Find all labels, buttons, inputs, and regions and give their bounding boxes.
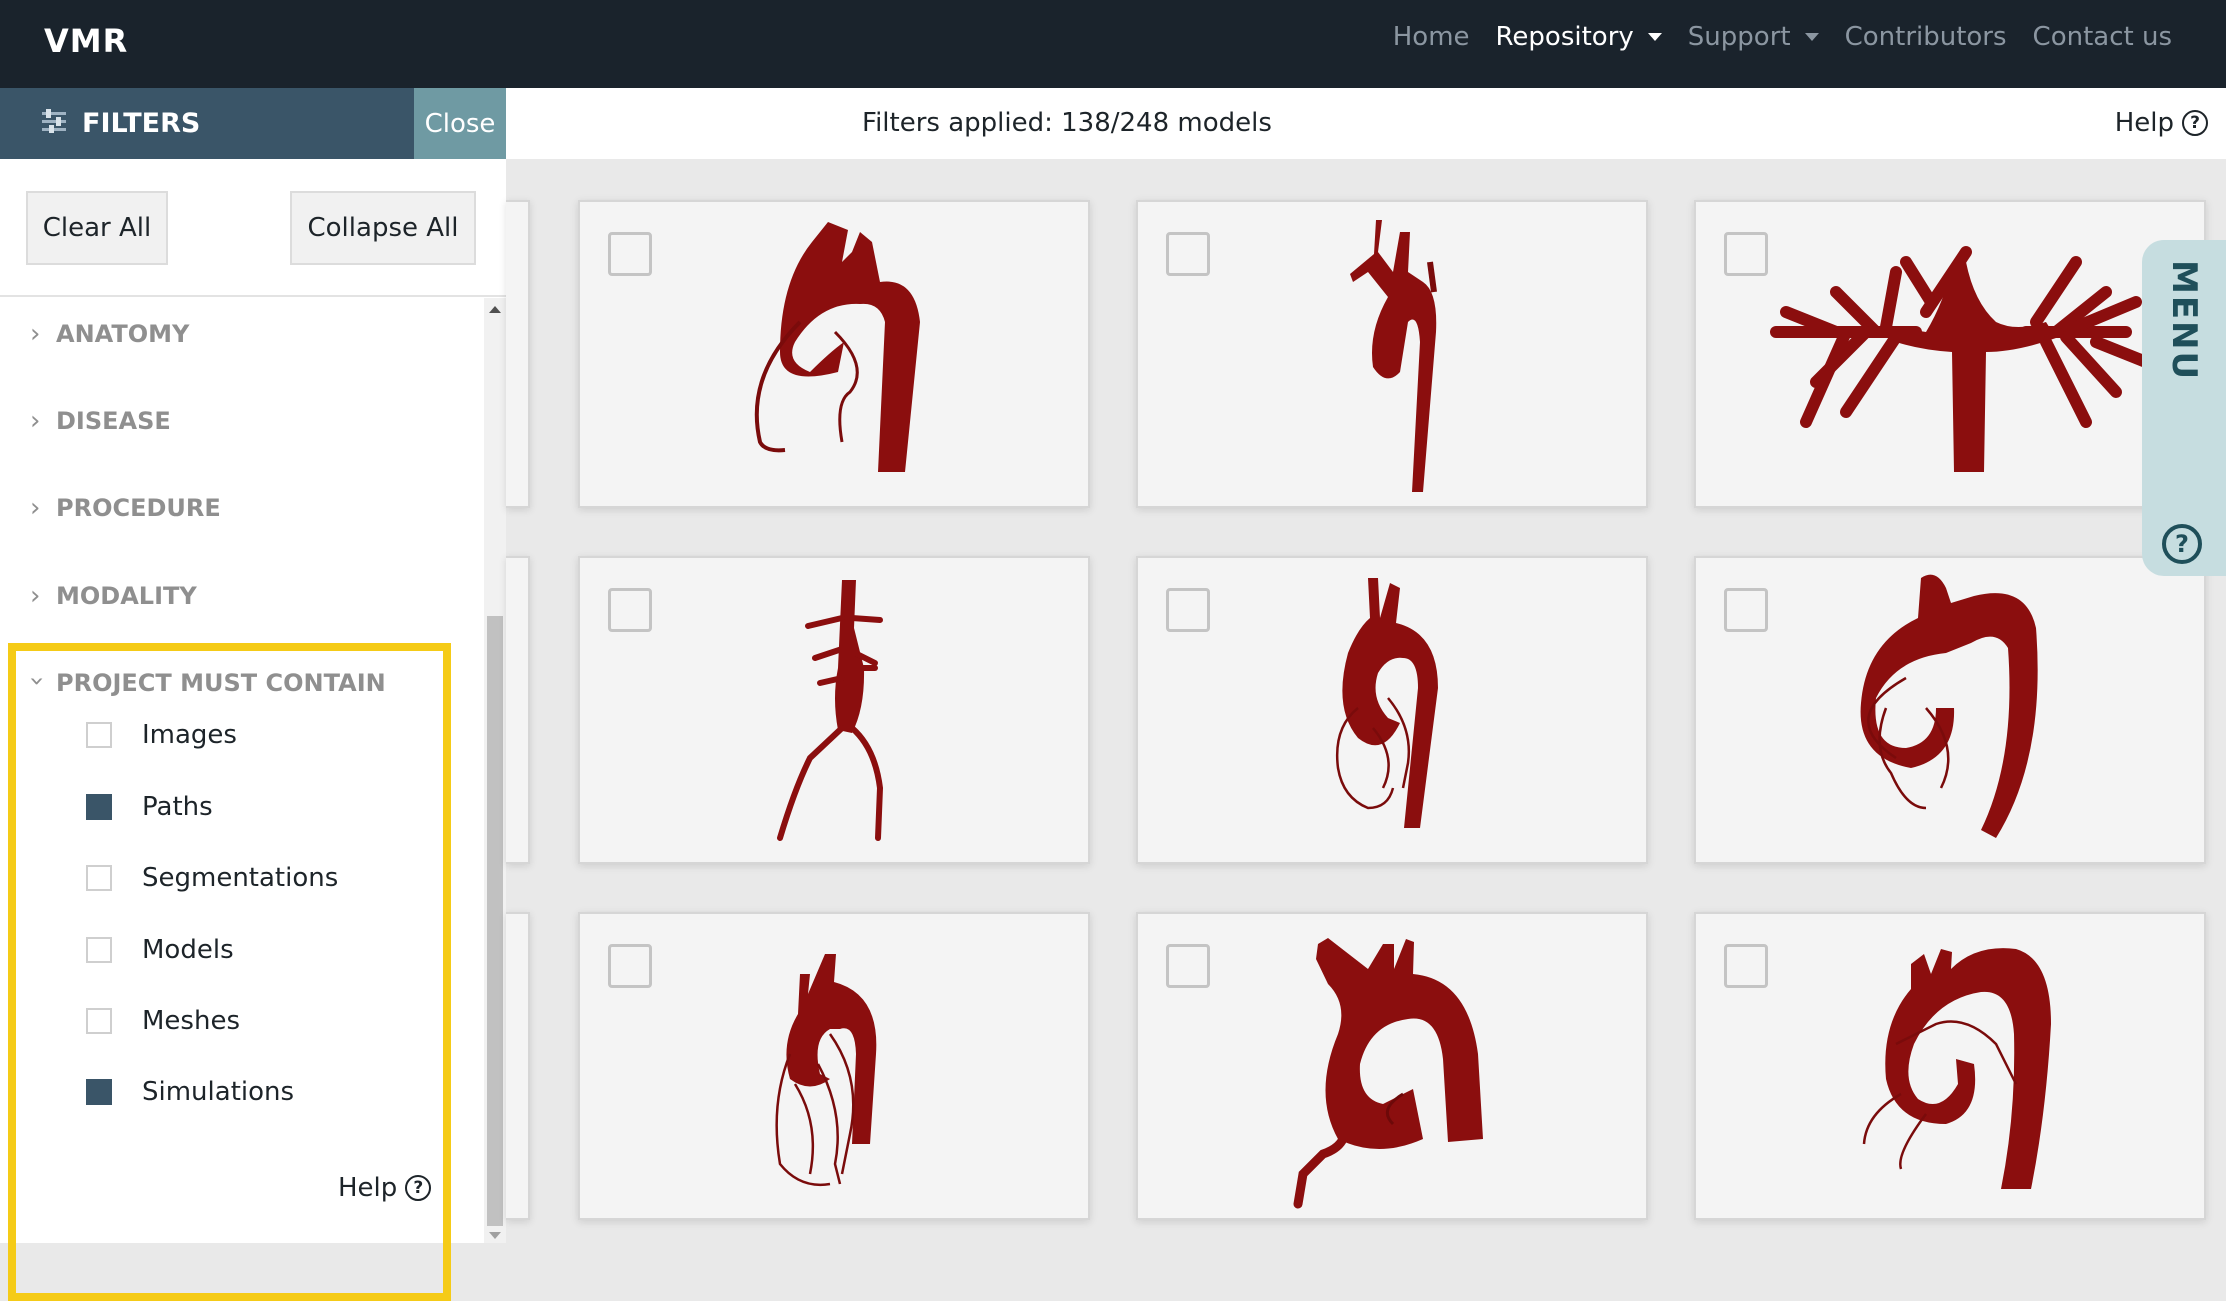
category-label: PROJECT MUST CONTAIN <box>56 669 386 697</box>
images-checkbox[interactable] <box>86 722 112 748</box>
meshes-checkbox[interactable] <box>86 1008 112 1034</box>
help-link-top[interactable]: Help ? <box>2115 108 2208 138</box>
model-thumbnail <box>1862 948 2051 1189</box>
nav-support[interactable]: Support <box>1688 22 1819 52</box>
model-card[interactable] <box>1694 912 2206 1220</box>
paths-checkbox[interactable] <box>86 794 112 820</box>
simulations-checkbox[interactable] <box>86 1079 112 1105</box>
side-menu-tab[interactable]: MENU ? <box>2142 240 2226 576</box>
model-card[interactable] <box>1694 200 2206 508</box>
scroll-down-arrow-icon[interactable] <box>489 1232 501 1239</box>
option-label: Segmentations <box>142 863 339 893</box>
filter-category-project-must-contain[interactable]: › PROJECT MUST CONTAIN <box>22 668 386 698</box>
model-thumbnail <box>1860 574 2038 838</box>
models-checkbox[interactable] <box>86 937 112 963</box>
status-bar: Filters applied: 138/248 models Help ? <box>506 88 2226 159</box>
option-label: Paths <box>142 792 213 822</box>
model-card-partial <box>506 556 530 864</box>
category-label: DISEASE <box>56 407 171 435</box>
option-label: Meshes <box>142 1006 240 1036</box>
nav-contact-label: Contact us <box>2032 22 2172 52</box>
chevron-right-icon: › <box>30 406 41 436</box>
model-card[interactable] <box>1694 556 2206 864</box>
model-card[interactable] <box>578 912 1090 1220</box>
filter-category-modality[interactable]: › MODALITY <box>30 581 197 611</box>
model-card[interactable] <box>1136 200 1648 508</box>
option-models[interactable]: Models <box>86 935 234 965</box>
chevron-down-icon: › <box>22 676 52 687</box>
option-label: Models <box>142 935 234 965</box>
chevron-down-icon <box>1647 33 1662 41</box>
nav-links: Home Repository Support Contributors Con… <box>1393 22 2172 52</box>
collapse-all-button[interactable]: Collapse All <box>290 191 476 265</box>
option-label: Images <box>142 720 237 750</box>
model-thumbnail <box>1770 246 2152 472</box>
question-circle-icon: ? <box>2182 110 2208 136</box>
model-thumbnail <box>1336 578 1438 828</box>
nav-home[interactable]: Home <box>1393 22 1470 52</box>
nav-support-label: Support <box>1687 22 1791 52</box>
model-card[interactable] <box>578 556 1090 864</box>
sidebar-scrollbar[interactable] <box>484 298 506 1243</box>
model-thumbnail <box>777 580 884 841</box>
help-link-sidebar[interactable]: Help ? <box>338 1173 432 1203</box>
model-card[interactable] <box>578 200 1090 508</box>
scrollbar-thumb[interactable] <box>487 616 503 1226</box>
model-card-partial <box>506 200 530 508</box>
question-circle-icon[interactable]: ? <box>2162 524 2202 564</box>
filters-applied-text: Filters applied: 138/248 models <box>862 108 1272 138</box>
model-card[interactable] <box>1136 556 1648 864</box>
nav-contributors[interactable]: Contributors <box>1845 22 2007 52</box>
option-segmentations[interactable]: Segmentations <box>86 863 338 893</box>
filters-sliders-icon <box>40 109 68 138</box>
option-images[interactable]: Images <box>86 720 237 750</box>
model-thumbnail <box>754 222 920 472</box>
model-card[interactable] <box>1136 912 1648 1220</box>
nav-contributors-label: Contributors <box>1844 22 2007 52</box>
close-filters-button[interactable]: Close <box>414 88 506 159</box>
nav-repository[interactable]: Repository <box>1496 22 1662 52</box>
filters-title: FILTERS <box>82 108 201 139</box>
brand-logo[interactable]: VMR <box>44 22 128 60</box>
chevron-right-icon: › <box>30 493 41 523</box>
category-label: ANATOMY <box>56 320 190 348</box>
filter-category-disease[interactable]: › DISEASE <box>30 406 171 436</box>
filter-category-procedure[interactable]: › PROCEDURE <box>30 493 221 523</box>
clear-all-button[interactable]: Clear All <box>26 191 168 265</box>
filter-actions: Clear All Collapse All <box>0 159 506 297</box>
model-thumbnail <box>1350 220 1437 492</box>
category-label: MODALITY <box>56 582 197 610</box>
model-thumbnail <box>1293 938 1483 1209</box>
chevron-right-icon: › <box>30 319 41 349</box>
model-card-partial <box>506 912 530 1220</box>
question-circle-icon: ? <box>405 1175 432 1201</box>
model-thumbnail <box>775 954 877 1187</box>
filters-header: FILTERS <box>0 88 414 159</box>
option-label: Simulations <box>142 1077 295 1107</box>
scroll-up-arrow-icon[interactable] <box>489 306 501 313</box>
nav-home-label: Home <box>1392 22 1470 52</box>
help-label: Help <box>338 1173 398 1203</box>
nav-repository-label: Repository <box>1495 22 1634 52</box>
category-label: PROCEDURE <box>56 494 221 522</box>
chevron-right-icon: › <box>30 581 41 611</box>
option-meshes[interactable]: Meshes <box>86 1006 240 1036</box>
help-label: Help <box>2114 108 2174 138</box>
segmentations-checkbox[interactable] <box>86 865 112 891</box>
filter-category-anatomy[interactable]: › ANATOMY <box>30 319 189 349</box>
option-simulations[interactable]: Simulations <box>86 1077 294 1107</box>
nav-contact-us[interactable]: Contact us <box>2033 22 2172 52</box>
menu-label: MENU <box>2164 260 2204 382</box>
top-navbar: VMR Home Repository Support Contributors… <box>0 0 2226 88</box>
chevron-down-icon <box>1804 33 1819 41</box>
option-paths[interactable]: Paths <box>86 792 213 822</box>
filters-sidebar: Clear All Collapse All › ANATOMY › DISEA… <box>0 159 506 1301</box>
